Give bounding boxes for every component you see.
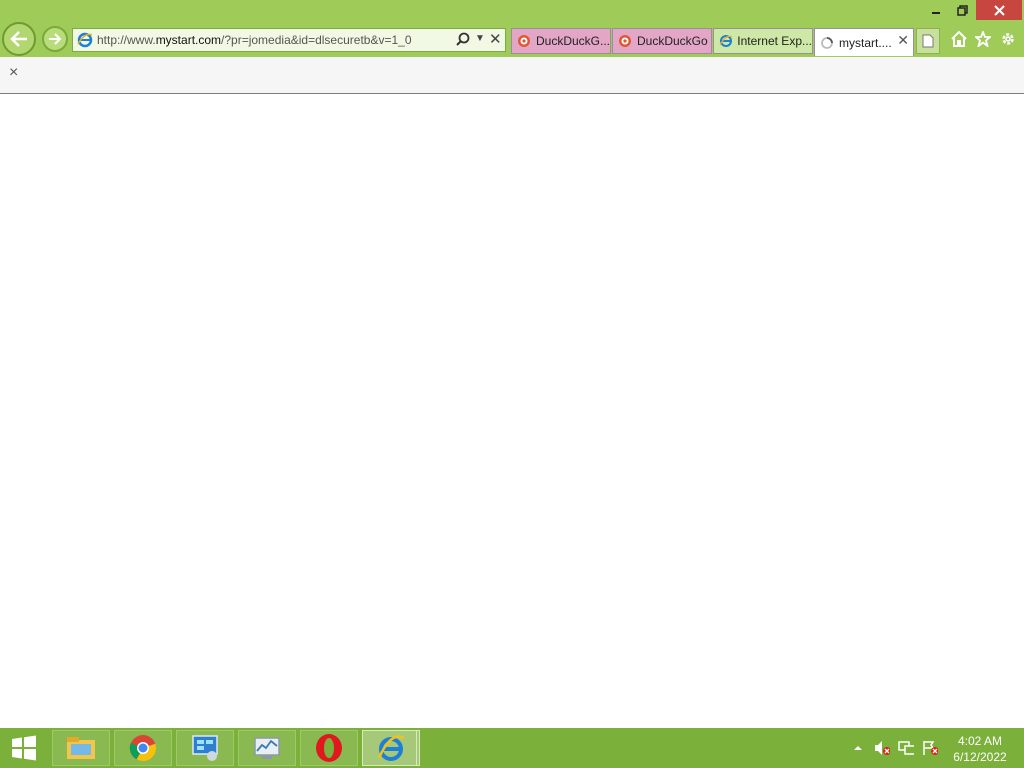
internet-explorer-icon (719, 35, 733, 47)
restore-icon (956, 4, 968, 16)
taskbar: 4:02 AM 6/12/2022 (0, 728, 1024, 768)
back-button[interactable] (2, 22, 36, 56)
browser-frame: http://www.mystart.com/?pr=jomedia&id=dl… (0, 0, 1024, 57)
minimize-button[interactable] (924, 0, 948, 20)
notification-bar: × (0, 57, 1024, 94)
internet-explorer-icon (377, 735, 405, 761)
internet-explorer-icon (77, 32, 93, 53)
favorites-star-icon[interactable] (974, 30, 992, 48)
taskbar-opera[interactable] (300, 730, 358, 766)
windows-logo-icon (12, 735, 36, 761)
clock-time: 4:02 AM (957, 734, 1003, 748)
new-tab-button[interactable] (916, 28, 940, 54)
url-text[interactable]: http://www.mystart.com/?pr=jomedia&id=dl… (97, 33, 412, 47)
url-prefix: http://www. (97, 33, 156, 47)
stop-icon[interactable]: ✕ (489, 30, 502, 48)
close-window-button[interactable] (976, 0, 1022, 20)
gear-icon[interactable] (999, 30, 1017, 48)
restore-button[interactable] (950, 0, 974, 20)
tab-duckduckgo-1[interactable]: DuckDuckG... (511, 28, 611, 54)
address-bar[interactable]: http://www.mystart.com/?pr=jomedia&id=dl… (72, 28, 506, 52)
network-icon[interactable] (898, 740, 914, 756)
home-icon[interactable] (950, 30, 968, 48)
tab-label: Internet Exp... (737, 34, 812, 48)
tab-mystart[interactable]: mystart.... ✕ (814, 28, 914, 56)
forward-button[interactable] (42, 26, 68, 52)
tab-label: mystart.... (839, 35, 892, 50)
chrome-icon (129, 735, 157, 762)
file-explorer-icon (67, 737, 95, 759)
taskbar-resource-monitor[interactable] (238, 730, 296, 766)
duckduckgo-icon (518, 35, 530, 47)
close-tab-icon[interactable]: ✕ (897, 32, 909, 49)
opera-icon (316, 734, 342, 762)
new-tab-icon (922, 34, 934, 48)
taskbar-chrome[interactable] (114, 730, 172, 766)
close-icon (993, 4, 1005, 16)
clock[interactable]: 4:02 AM 6/12/2022 (944, 733, 1016, 765)
tab-label: DuckDuckG... (535, 34, 610, 48)
search-icon[interactable] (456, 32, 470, 51)
duckduckgo-icon (619, 35, 631, 47)
resource-monitor-icon (254, 737, 280, 759)
show-hidden-icons-chevron-icon[interactable] (850, 740, 866, 756)
dropdown-arrow-icon[interactable]: ▼ (475, 33, 485, 44)
tab-duckduckgo-2[interactable]: DuckDuckGo (612, 28, 712, 54)
url-suffix: /?pr=jomedia&id=dlsecuretb&v=1_0 (221, 33, 412, 47)
close-notification-icon[interactable]: × (9, 64, 18, 82)
loading-spinner-icon (821, 36, 833, 49)
page-content (0, 94, 1024, 728)
control-panel-icon (192, 735, 218, 761)
taskbar-divider (416, 730, 420, 766)
tab-label: DuckDuckGo (637, 34, 708, 48)
taskbar-file-explorer[interactable] (52, 730, 110, 766)
action-center-flag-icon[interactable] (922, 740, 938, 756)
start-button[interactable] (0, 728, 48, 768)
tab-internet-explorer[interactable]: Internet Exp... (713, 28, 813, 54)
forward-arrow-icon (49, 33, 62, 45)
back-arrow-icon (10, 31, 27, 47)
clock-date: 6/12/2022 (953, 750, 1007, 764)
speaker-muted-icon[interactable] (874, 740, 890, 756)
taskbar-internet-explorer[interactable] (362, 730, 420, 766)
minimize-icon (932, 12, 940, 14)
url-domain: mystart.com (155, 33, 222, 47)
taskbar-control-panel[interactable] (176, 730, 234, 766)
